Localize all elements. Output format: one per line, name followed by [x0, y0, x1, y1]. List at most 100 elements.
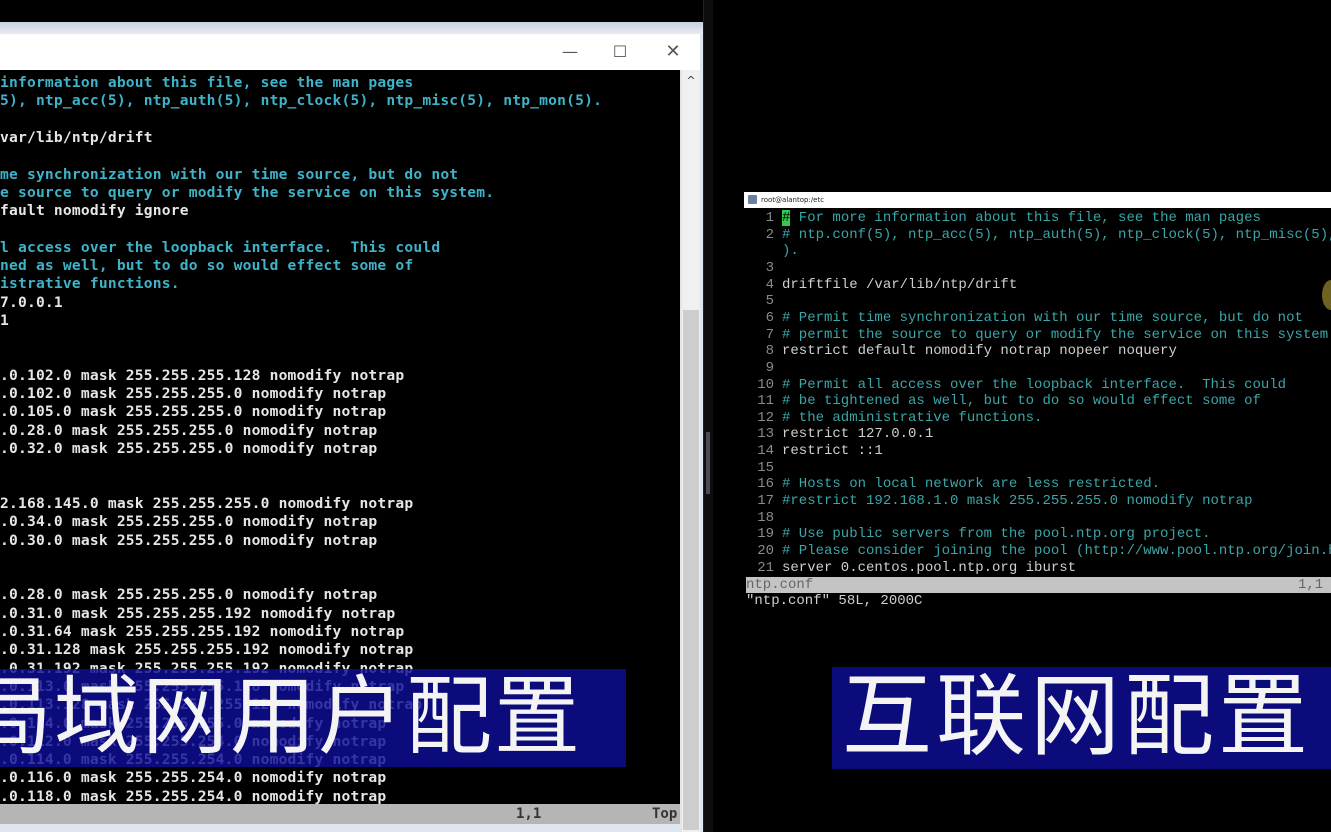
vim-line: 13 restrict 127.0.0.1 — [744, 426, 933, 443]
vim-line: 8 restrict default nomodify notrap nopeer… — [744, 343, 1177, 360]
terminal-line: .0.116.0 mask 255.255.254.0 nomodify not… — [0, 769, 387, 787]
line-text: driftfile /var/lib/ntp/drift — [782, 276, 1018, 293]
terminal-line: fault nomodify ignore — [0, 202, 189, 220]
line-number: 15 — [757, 459, 774, 476]
line-number: 14 — [757, 443, 774, 460]
putty-icon — [748, 195, 757, 204]
terminal-line: .0.105.0 mask 255.255.255.0 nomodify not… — [0, 403, 387, 421]
line-text: # be tightened as well, but to do so wou… — [782, 393, 1261, 410]
terminal-line: .0.31.0 mask 255.255.255.192 nomodify no… — [0, 604, 396, 622]
line-number: 7 — [765, 326, 774, 343]
line-number: 17 — [757, 493, 774, 510]
right-terminal-content[interactable]: 1 # For more information about this file,… — [744, 210, 1331, 578]
terminal-line: l access over the loopback interface. Th… — [0, 238, 441, 256]
line-text: ). — [782, 243, 799, 260]
cursor-position: 1,1 — [1298, 577, 1324, 593]
caption-lan-config: 局域网用户配置 — [0, 669, 626, 767]
line-number: 5 — [765, 293, 774, 310]
vim-line: 6 # Permit time synchronization with our … — [744, 310, 1303, 327]
vim-line: 4 driftfile /var/lib/ntp/drift — [744, 276, 1018, 294]
terminal-line: 2.168.145.0 mask 255.255.255.0 nomodify … — [0, 494, 414, 512]
close-icon: ✕ — [665, 41, 681, 62]
scroll-position: Top — [652, 806, 678, 822]
line-number: 9 — [765, 359, 774, 376]
left-title-bar[interactable]: — ☐ ✕ — [0, 34, 700, 70]
line-text: # ntp.conf(5), ntp_acc(5), ntp_auth(5), … — [782, 226, 1331, 243]
terminal-line: e source to query or modify the service … — [0, 183, 495, 201]
scroll-up-arrow-icon[interactable]: ^ — [682, 74, 700, 87]
maximize-button[interactable]: ☐ — [600, 40, 640, 64]
terminal-line: 1 — [0, 311, 9, 329]
pane-divider[interactable] — [703, 0, 713, 832]
scrollbar-thumb[interactable] — [683, 310, 699, 830]
vim-line: 16 # Hosts on local network are less rest… — [744, 476, 1160, 493]
terminal-line: information about this file, see the man… — [0, 74, 414, 91]
terminal-line: var/lib/ntp/drift — [0, 128, 153, 146]
cursor-position: 1,1 — [516, 806, 542, 822]
line-text: server 0.centos.pool.ntp.org iburst — [782, 559, 1077, 576]
vim-line: 11 # be tightened as well, but to do so w… — [744, 393, 1261, 410]
line-text: # Permit time synchronization with our t… — [782, 309, 1303, 326]
line-text: # the administrative functions. — [782, 409, 1043, 426]
line-number: 6 — [765, 309, 774, 326]
left-scrollbar[interactable]: ^ — [682, 70, 700, 832]
vim-line: 1 # For more information about this file,… — [744, 210, 1261, 227]
terminal-line: 7.0.0.1 — [0, 293, 63, 311]
vim-line: 10 # Permit all access over the loopback … — [744, 377, 1286, 394]
terminal-line: .0.102.0 mask 255.255.255.128 nomodify n… — [0, 366, 405, 384]
vim-line: 15 — [744, 460, 782, 477]
window-title: root@alantop:/etc — [761, 196, 825, 204]
terminal-line: .0.31.64 mask 255.255.255.192 nomodify n… — [0, 623, 405, 640]
line-text: restrict ::1 — [782, 443, 883, 460]
right-title-bar[interactable]: root@alantop:/etc — [744, 192, 1331, 208]
line-number: 19 — [757, 526, 774, 543]
vim-line: 5 — [744, 293, 782, 310]
resize-handle[interactable] — [706, 432, 710, 494]
vim-line: 7 # permit the source to query or modify … — [744, 327, 1331, 344]
status-filename: ntp.conf — [746, 577, 814, 593]
terminal-line: .0.32.0 mask 255.255.255.0 nomodify notr… — [0, 440, 378, 457]
line-number: 21 — [757, 559, 774, 576]
terminal-line: .0.28.0 mask 255.255.255.0 nomodify notr… — [0, 586, 378, 604]
close-button[interactable]: ✕ — [653, 40, 693, 64]
terminal-line: .0.30.0 mask 255.255.255.0 nomodify notr… — [0, 531, 378, 549]
line-text: #restrict 192.168.1.0 mask 255.255.255.0… — [782, 493, 1253, 510]
vim-line: 18 — [744, 510, 782, 527]
vim-line: ). — [744, 243, 799, 260]
window-frame — [0, 22, 703, 34]
terminal-line: istrative functions. — [0, 275, 180, 293]
line-number: 4 — [765, 276, 774, 293]
vim-line: 19 # Use public servers from the pool.ntp… — [744, 526, 1210, 543]
line-number: 1 — [765, 210, 774, 226]
line-text: restrict 127.0.0.1 — [782, 426, 934, 443]
line-number: 11 — [757, 393, 774, 410]
terminal-line: .0.34.0 mask 255.255.255.0 nomodify notr… — [0, 513, 378, 531]
line-text: # Use public servers from the pool.ntp.o… — [782, 526, 1211, 543]
line-number: 12 — [757, 409, 774, 426]
caption-internet-config: 互联网配置 — [832, 667, 1331, 769]
maximize-icon: ☐ — [612, 42, 628, 61]
line-number: 13 — [757, 426, 774, 443]
line-number: 3 — [765, 259, 774, 276]
vim-line: 17 #restrict 192.168.1.0 mask 255.255.255… — [744, 493, 1252, 510]
line-number: 10 — [757, 376, 774, 393]
line-number: 20 — [757, 543, 774, 559]
terminal-line: .0.31.128 mask 255.255.255.192 nomodify … — [0, 641, 414, 659]
terminal-line: .0.118.0 mask 255.255.254.0 nomodify not… — [0, 787, 387, 805]
line-number: 18 — [757, 509, 774, 526]
terminal-line: ned as well, but to do so would effect s… — [0, 257, 414, 274]
line-text: For more information about this file, se… — [790, 210, 1261, 226]
line-number: 2 — [765, 226, 774, 243]
vim-line: 20 # Please consider joining the pool (ht… — [744, 543, 1331, 560]
terminal-line: me synchronization with our time source,… — [0, 165, 459, 183]
vim-line: 2 # ntp.conf(5), ntp_acc(5), ntp_auth(5),… — [744, 227, 1331, 244]
line-text: # Please consider joining the pool (http… — [782, 543, 1331, 559]
terminal-line: .0.102.0 mask 255.255.255.0 nomodify not… — [0, 385, 387, 403]
terminal-line: .0.28.0 mask 255.255.255.0 nomodify notr… — [0, 421, 378, 439]
vim-line: 12 # the administrative functions. — [744, 410, 1042, 427]
line-text: # Hosts on local network are less restri… — [782, 476, 1161, 493]
line-text: # permit the source to query or modify t… — [782, 326, 1331, 343]
right-vim-status-line: ntp.conf 1,1 — [746, 577, 1331, 593]
vim-message-line: "ntp.conf" 58L, 2000C — [746, 593, 923, 609]
minimize-button[interactable]: — — [550, 40, 590, 64]
